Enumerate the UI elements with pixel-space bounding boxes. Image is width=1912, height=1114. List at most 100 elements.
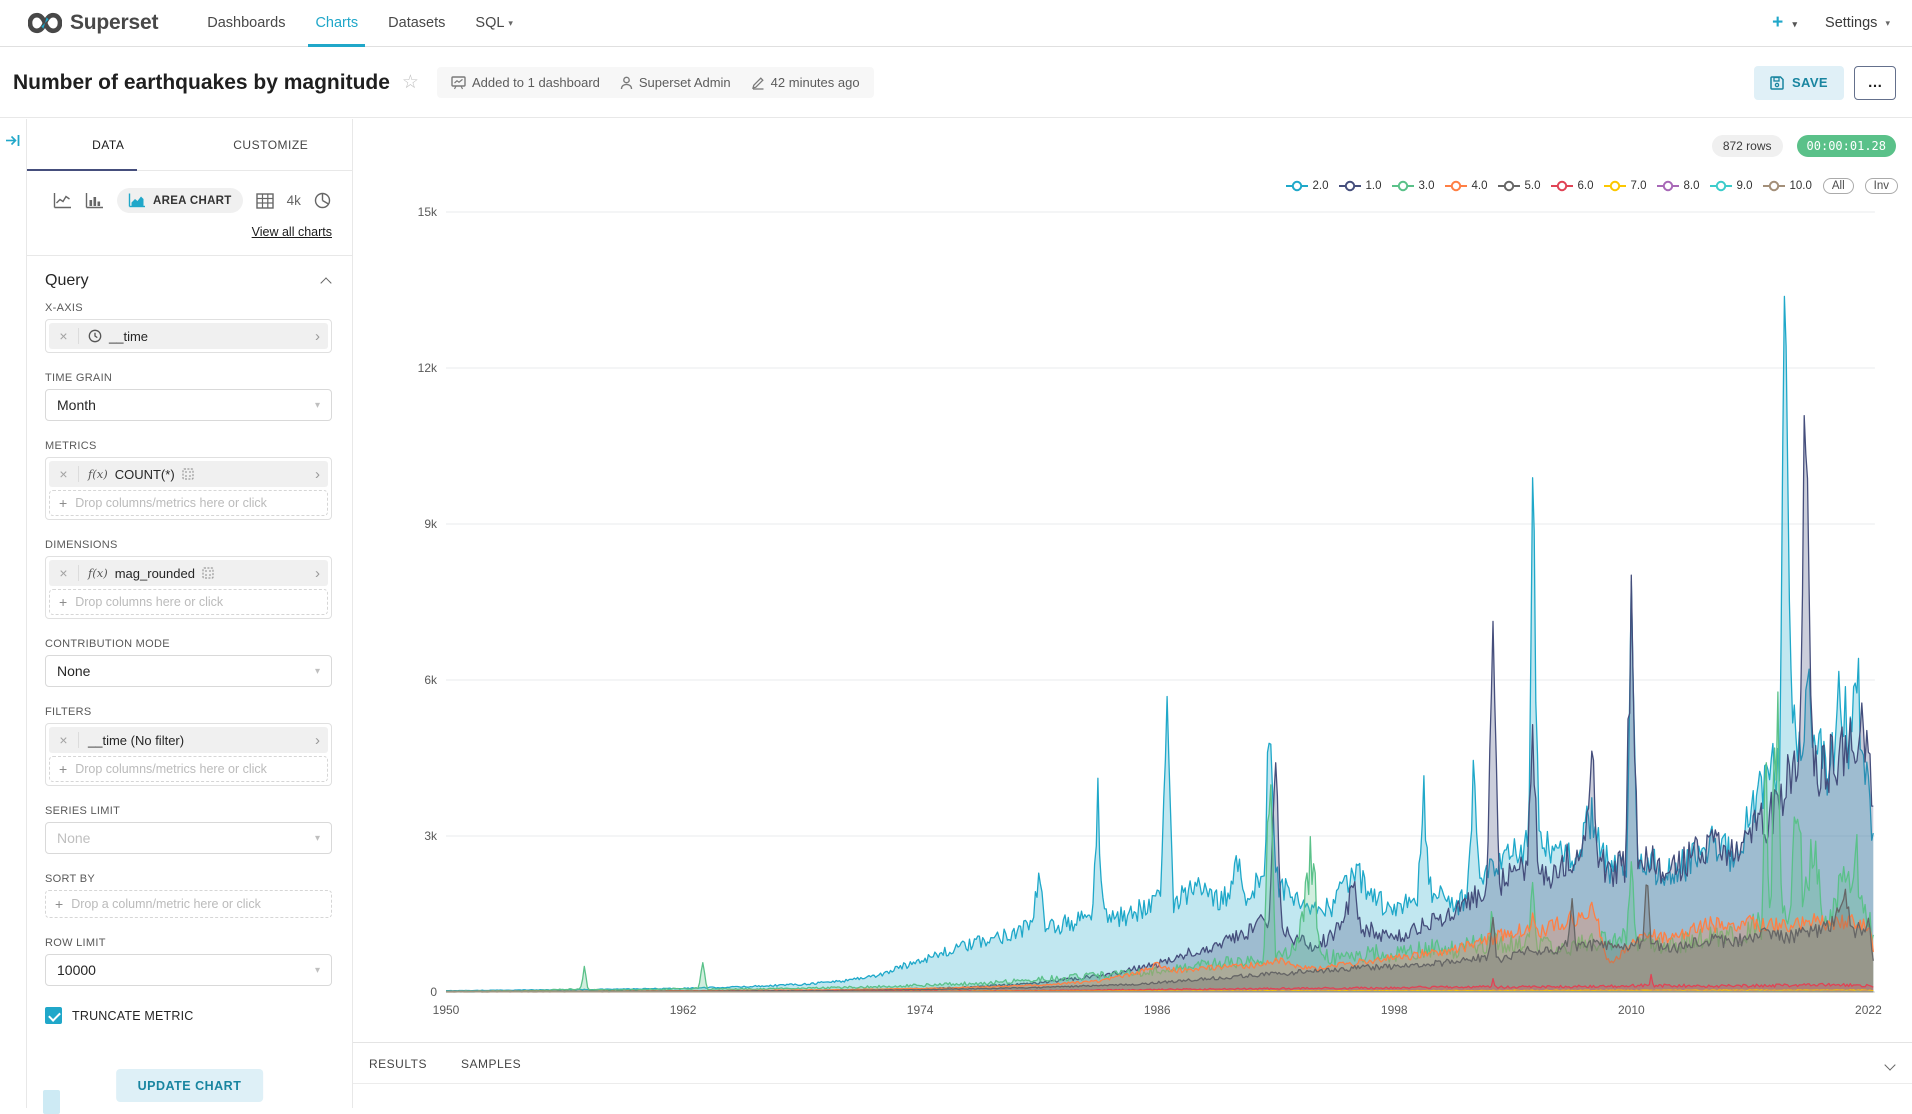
legend-item-10.0[interactable]: 10.0 [1763,180,1811,192]
control-series-limit: SERIES LIMIT None ▾ [27,805,352,854]
nav-sql[interactable]: SQL▾ [460,0,528,47]
control-label: TIME GRAIN [45,372,332,384]
legend-item-5.0[interactable]: 5.0 [1498,180,1540,192]
remove-icon[interactable]: × [49,565,79,581]
y-axis-tick: 9k [424,517,438,531]
dimensions-dropzone[interactable]: + Drop columns here or click [49,589,328,615]
row-limit-select[interactable]: 10000 ▾ [45,954,332,986]
nav-links: Dashboards Charts Datasets SQL▾ [192,0,528,47]
partial-checkbox[interactable] [43,1090,60,1114]
remove-icon[interactable]: × [49,466,79,482]
navbar: Superset Dashboards Charts Datasets SQL▾… [0,0,1912,47]
update-chart-button[interactable]: UPDATE CHART [116,1069,264,1102]
owner-badge[interactable]: Superset Admin [620,75,731,90]
superset-logo[interactable]: Superset [28,11,158,35]
contribution-mode-select[interactable]: None ▾ [45,655,332,687]
filter-pill[interactable]: × __time (No filter) › [49,727,328,753]
dashboard-icon [451,76,466,90]
collapse-panel-icon[interactable] [5,133,21,153]
legend-item-4.0[interactable]: 4.0 [1445,180,1487,192]
legend-marker-icon [1498,180,1520,192]
added-to-dashboard-badge[interactable]: Added to 1 dashboard [451,75,600,90]
chevron-right-icon[interactable]: › [315,466,328,483]
legend-item-6.0[interactable]: 6.0 [1551,180,1593,192]
plus-icon: + [55,896,63,912]
table-icon[interactable] [256,193,274,209]
remove-icon[interactable]: × [49,328,79,344]
settings-menu-button[interactable]: Settings ▾ [1825,15,1890,31]
metric-pill[interactable]: × f(x) COUNT(*) › [49,461,328,487]
x-axis-tick: 2022 [1855,1003,1882,1017]
line-chart-icon[interactable] [53,192,72,209]
legend-item-3.0[interactable]: 3.0 [1392,180,1434,192]
pie-chart-icon[interactable] [314,192,331,209]
superset-infinity-icon [28,12,62,34]
legend-marker-icon [1392,180,1414,192]
sort-by-dropzone[interactable]: + Drop a column/metric here or click [45,890,332,918]
chart-type-area[interactable]: AREA CHART [117,188,243,213]
control-label: DIMENSIONS [45,539,332,551]
dimension-pill[interactable]: × f(x) mag_rounded › [49,560,328,586]
time-grain-select[interactable]: Month ▾ [45,389,332,421]
chevron-right-icon[interactable]: › [315,328,328,345]
truncate-metric-checkbox[interactable] [45,1007,62,1024]
legend-marker-icon [1286,180,1308,192]
nav-charts[interactable]: Charts [300,0,373,47]
control-contribution-mode: CONTRIBUTION MODE None ▾ [27,638,352,687]
chevron-right-icon[interactable]: › [315,732,328,749]
brand-name: Superset [70,11,158,35]
save-icon [1770,76,1784,90]
query-section-header[interactable]: Query [27,256,352,302]
big-number-icon[interactable]: 4k [287,193,301,208]
caret-down-icon: ▾ [508,18,513,28]
x-axis-pill[interactable]: × __time › [49,323,328,349]
chevron-right-icon[interactable]: › [315,565,328,582]
panel-footer: UPDATE CHART [27,1062,352,1108]
view-all-charts-link[interactable]: View all charts [252,225,332,239]
remove-icon[interactable]: × [49,732,79,748]
legend-item-2.0[interactable]: 2.0 [1286,180,1328,192]
tab-results[interactable]: RESULTS [369,1057,427,1083]
fx-icon: f(x) [88,566,108,580]
legend-marker-icon [1710,180,1732,192]
control-label: X-AXIS [45,302,332,314]
control-dimensions: DIMENSIONS × f(x) mag_rounded › + Drop c… [27,539,352,619]
more-actions-button[interactable]: … [1854,66,1896,100]
legend-item-1.0[interactable]: 1.0 [1339,180,1381,192]
bar-chart-icon[interactable] [85,192,104,209]
panel-tabs: DATA CUSTOMIZE [27,119,352,171]
save-button[interactable]: SAVE [1754,66,1844,100]
nav-dashboards[interactable]: Dashboards [192,0,300,47]
chart-header: Number of earthquakes by magnitude ☆ Add… [0,48,1912,118]
tab-samples[interactable]: SAMPLES [461,1057,521,1083]
last-modified-badge[interactable]: 42 minutes ago [751,75,860,90]
area-chart-plot[interactable]: 03k6k9k12k15k195019621974198619982010202… [353,194,1911,1039]
legend-item-7.0[interactable]: 7.0 [1604,180,1646,192]
new-menu-button[interactable]: + ▾ [1772,12,1797,34]
tab-customize[interactable]: CUSTOMIZE [190,119,353,170]
filters-dropzone[interactable]: + Drop columns/metrics here or click [49,756,328,782]
legend-label: 1.0 [1365,180,1381,192]
tab-data[interactable]: DATA [27,119,190,170]
legend-marker-icon [1551,180,1573,192]
control-metrics: METRICS × f(x) COUNT(*) › + Drop columns… [27,440,352,520]
control-label: ROW LIMIT [45,937,332,949]
legend-all-button[interactable]: All [1823,178,1854,194]
control-panel: DATA CUSTOMIZE AREA CHART 4k View all ch… [27,119,353,1108]
nav-datasets[interactable]: Datasets [373,0,460,47]
chevron-up-icon [320,277,331,288]
series-limit-select[interactable]: None ▾ [45,822,332,854]
legend-inv-button[interactable]: Inv [1865,178,1898,194]
clock-icon [88,329,102,343]
y-axis-tick: 3k [424,829,438,843]
plus-icon: + [59,594,67,610]
x-axis-tick: 1962 [670,1003,697,1017]
legend-item-9.0[interactable]: 9.0 [1710,180,1752,192]
metrics-dropzone[interactable]: + Drop columns/metrics here or click [49,490,328,516]
collapse-data-panel-icon[interactable] [1886,1059,1894,1077]
legend-item-8.0[interactable]: 8.0 [1657,180,1699,192]
query-title: Query [45,272,89,290]
favorite-star-icon[interactable]: ☆ [402,71,419,94]
x-axis-tick: 1998 [1381,1003,1408,1017]
legend-marker-icon [1763,180,1785,192]
